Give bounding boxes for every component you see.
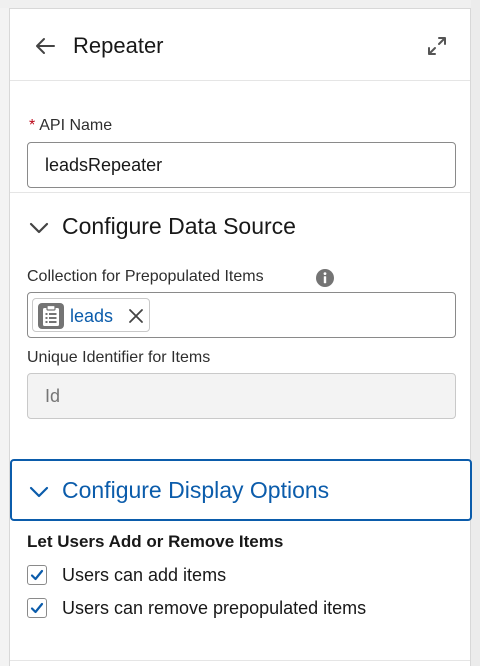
page-title: Repeater <box>73 33 164 58</box>
info-icon[interactable] <box>315 268 335 288</box>
api-name-label-text: API Name <box>39 117 113 134</box>
checkbox[interactable] <box>27 565 47 585</box>
unique-identifier-label: Unique Identifier for Items <box>27 349 211 366</box>
api-name-input[interactable] <box>27 142 456 188</box>
add-remove-subheading: Let Users Add or Remove Items <box>27 532 284 551</box>
configure-data-source-toggle[interactable]: Configure Data Source <box>10 195 470 257</box>
right-gutter <box>471 0 480 666</box>
app-frame: Repeater *API Name Configure Data So <box>0 0 480 666</box>
collection-pill[interactable]: leads <box>32 298 150 332</box>
clipboard-list-icon <box>37 302 65 330</box>
chevron-down-icon <box>28 217 50 239</box>
chevron-down-icon <box>28 481 50 503</box>
divider <box>10 660 470 661</box>
collection-label: Collection for Prepopulated Items <box>27 268 264 285</box>
checkbox-label: Users can remove prepopulated items <box>62 598 367 618</box>
configure-display-options-toggle[interactable]: Configure Display Options <box>10 459 472 521</box>
api-name-label: * API Name <box>29 117 112 135</box>
collection-pill-label[interactable]: leads <box>70 306 113 327</box>
close-icon[interactable] <box>127 307 145 325</box>
panel-header: Repeater <box>10 9 470 81</box>
required-marker: * <box>29 117 36 134</box>
top-strip <box>0 0 480 8</box>
unique-identifier-input <box>27 373 456 419</box>
collection-lookup-field[interactable]: leads <box>27 292 456 338</box>
properties-panel: Repeater *API Name Configure Data So <box>9 8 472 666</box>
configure-data-source-title: Configure Data Source <box>62 213 296 239</box>
configure-display-options-title: Configure Display Options <box>62 477 330 503</box>
checkbox[interactable] <box>27 598 47 618</box>
checkbox-label: Users can add items <box>62 565 227 585</box>
arrow-left-icon[interactable] <box>34 36 56 56</box>
api-name-section: * API Name <box>10 81 470 193</box>
expand-icon[interactable] <box>426 35 448 57</box>
